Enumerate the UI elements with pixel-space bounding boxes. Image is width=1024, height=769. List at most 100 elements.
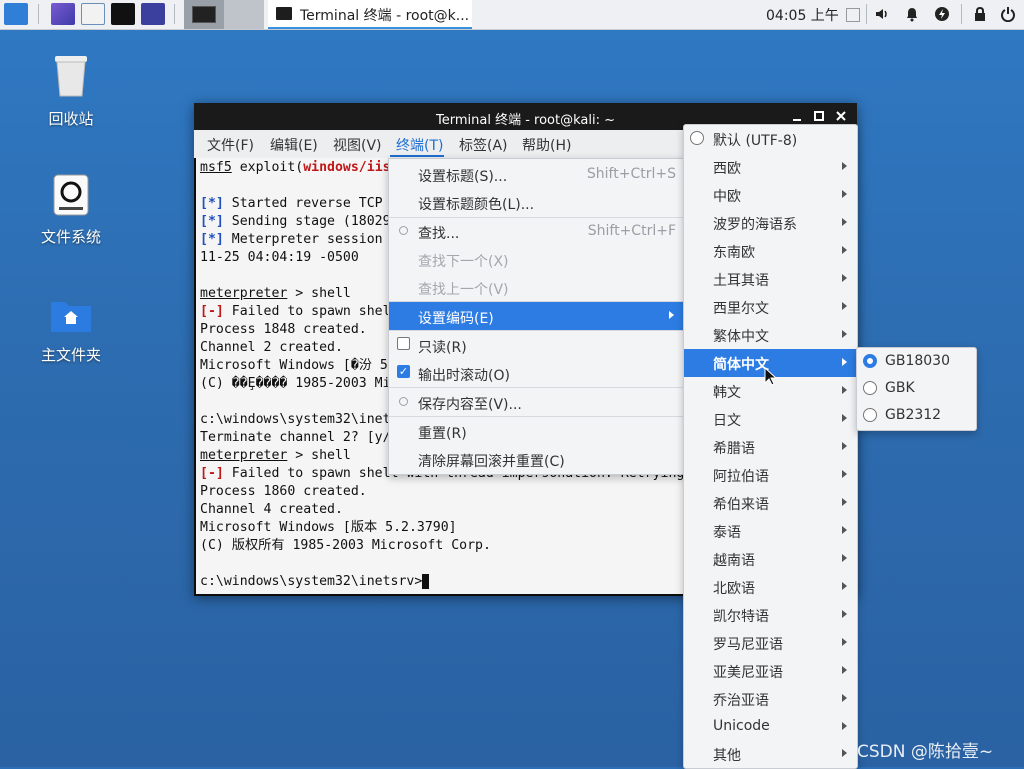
- menu-item-set-title[interactable]: 设置标题(S)... Shift+Ctrl+S: [389, 160, 686, 188]
- encoding-georgian[interactable]: 乔治亚语: [684, 685, 857, 713]
- menu-item-label: 默认 (UTF-8): [713, 133, 798, 149]
- encoding-celtic[interactable]: 凯尔特语: [684, 601, 857, 629]
- menu-tabs[interactable]: 标签(A): [459, 135, 508, 155]
- encoding-armenian[interactable]: 亚美尼亚语: [684, 657, 857, 685]
- menu-item-find-next[interactable]: 查找下一个(X): [389, 245, 686, 273]
- desktop-home-folder[interactable]: 主文件夹: [21, 298, 121, 365]
- encoding-cyrillic[interactable]: 西里尔文: [684, 293, 857, 321]
- submenu-arrow-icon: [842, 246, 847, 254]
- terminal-icon[interactable]: [111, 3, 135, 25]
- menu-item-find-previous[interactable]: 查找上一个(V): [389, 273, 686, 301]
- radio-button[interactable]: [863, 381, 877, 395]
- menu-terminal[interactable]: 终端(T): [396, 135, 443, 155]
- menu-help[interactable]: 帮助(H): [522, 135, 571, 155]
- menu-item-readonly[interactable]: 只读(R): [389, 331, 686, 359]
- radio-button[interactable]: [690, 131, 704, 145]
- encoding-default-utf8[interactable]: 默认 (UTF-8): [684, 125, 857, 153]
- encoding-thai[interactable]: 泰语: [684, 517, 857, 545]
- menu-item-label: 阿拉伯语: [713, 469, 769, 485]
- encoding-traditional-chinese[interactable]: 繁体中文: [684, 321, 857, 349]
- recorder-icon[interactable]: [141, 3, 165, 25]
- menu-item-label: 设置标题(S)...: [418, 169, 508, 185]
- encoding-gb2312[interactable]: GB2312: [857, 402, 976, 429]
- menu-item-find[interactable]: 查找... Shift+Ctrl+F: [389, 217, 686, 245]
- terminal-line: [*] Meterpreter session: [200, 231, 383, 249]
- menu-item-label: 北欧语: [713, 581, 755, 597]
- update-icon[interactable]: [934, 6, 950, 22]
- encoding-greek[interactable]: 希腊语: [684, 433, 857, 461]
- trash-icon: [55, 56, 87, 97]
- desktop-trash[interactable]: 回收站: [21, 52, 121, 129]
- submenu-arrow-icon: [842, 218, 847, 226]
- menu-item-reset[interactable]: 重置(R): [389, 417, 686, 445]
- workspace-2[interactable]: [224, 0, 264, 29]
- encoding-arabic[interactable]: 阿拉伯语: [684, 461, 857, 489]
- submenu-arrow-icon: [842, 274, 847, 282]
- menu-item-save-contents[interactable]: 保存内容至(V)...: [389, 388, 686, 416]
- line-text: Sending stage (18029: [223, 214, 391, 229]
- menu-shortcut: Shift+Ctrl+S: [586, 166, 676, 182]
- menu-item-label: 亚美尼亚语: [713, 665, 783, 681]
- minimize-icon[interactable]: [791, 110, 803, 122]
- meterpreter-prompt: meterpreter: [200, 286, 288, 301]
- encoding-baltic[interactable]: 波罗的海语系: [684, 209, 857, 237]
- menu-item-label: 日文: [713, 413, 741, 429]
- encoding-romanian[interactable]: 罗马尼亚语: [684, 629, 857, 657]
- encoding-other[interactable]: 其他: [684, 740, 857, 768]
- menu-edit[interactable]: 编辑(E): [270, 135, 318, 155]
- menu-item-label: 波罗的海语系: [713, 217, 797, 233]
- encoding-turkish[interactable]: 土耳其语: [684, 265, 857, 293]
- menu-item-label: 输出时滚动(O): [418, 368, 510, 384]
- encoding-vietnamese[interactable]: 越南语: [684, 545, 857, 573]
- desktop-filesystem[interactable]: 文件系统: [21, 174, 121, 247]
- encoding-japanese[interactable]: 日文: [684, 405, 857, 433]
- taskbar-terminal-task[interactable]: Terminal 终端 - root@k...: [268, 0, 472, 29]
- kali-menu-icon[interactable]: [4, 3, 28, 25]
- files-icon[interactable]: [81, 3, 105, 25]
- menu-item-label: 西里尔文: [713, 301, 769, 317]
- encoding-unicode[interactable]: Unicode: [684, 713, 857, 741]
- screen-icon[interactable]: [51, 3, 75, 25]
- home-folder-icon: [51, 302, 91, 332]
- menu-item-set-title-color[interactable]: 设置标题颜色(L)...: [389, 188, 686, 216]
- encoding-western[interactable]: 西欧: [684, 153, 857, 181]
- menu-item-label: 土耳其语: [713, 273, 769, 289]
- bell-icon[interactable]: [904, 6, 920, 22]
- scroll-on-output-checkbox[interactable]: ✓: [397, 365, 410, 378]
- menu-file[interactable]: 文件(F): [207, 135, 254, 155]
- encoding-hebrew[interactable]: 希伯来语: [684, 489, 857, 517]
- menu-item-label: 希腊语: [713, 441, 755, 457]
- notification-box-icon[interactable]: [846, 8, 860, 22]
- encoding-gbk[interactable]: GBK: [857, 375, 976, 402]
- lock-icon[interactable]: [972, 6, 988, 22]
- workspace-1[interactable]: [184, 0, 224, 29]
- submenu-arrow-icon: [842, 638, 847, 646]
- readonly-checkbox[interactable]: [397, 337, 410, 350]
- encoding-gb18030[interactable]: GB18030: [857, 348, 976, 375]
- radio-button[interactable]: [863, 408, 877, 422]
- close-icon[interactable]: [835, 110, 847, 122]
- menu-item-set-encoding[interactable]: 设置编码(E): [389, 302, 686, 330]
- maximize-icon[interactable]: [813, 110, 825, 122]
- menu-item-reset-and-clear[interactable]: 清除屏幕回滚并重置(C): [389, 445, 686, 473]
- encoding-nordic[interactable]: 北欧语: [684, 573, 857, 601]
- module-name: windows/iis: [303, 160, 391, 175]
- status-tag: [*]: [200, 214, 224, 229]
- encoding-southeast-european[interactable]: 东南欧: [684, 237, 857, 265]
- menu-view[interactable]: 视图(V): [333, 135, 382, 155]
- desktop-item-label: 文件系统: [40, 228, 101, 246]
- menu-item-label: 其他: [713, 748, 741, 764]
- menu-item-label: GB18030: [885, 353, 950, 369]
- terminal-line: Channel 4 created.: [200, 502, 343, 517]
- radio-button[interactable]: [863, 354, 877, 368]
- power-icon[interactable]: [1000, 6, 1016, 22]
- menu-item-scroll-on-output[interactable]: ✓ 输出时滚动(O): [389, 359, 686, 387]
- volume-icon[interactable]: [874, 6, 890, 22]
- terminal-line: Channel 2 created.: [200, 340, 343, 355]
- clock[interactable]: 04:05 上午: [766, 5, 839, 25]
- desktop-item-label: 回收站: [48, 110, 94, 128]
- encoding-central-european[interactable]: 中欧: [684, 181, 857, 209]
- submenu-arrow-icon: [842, 190, 847, 198]
- terminal-icon: [276, 7, 292, 20]
- terminal-line: Process 1860 created.: [200, 484, 367, 499]
